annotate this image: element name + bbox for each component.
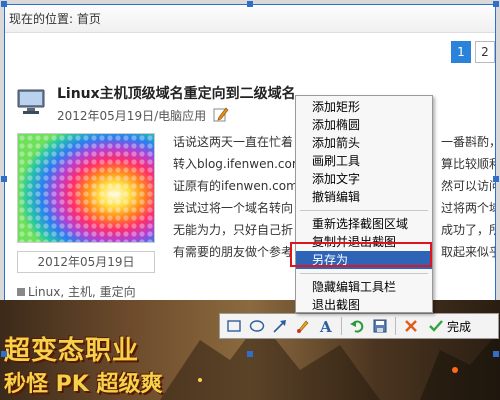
resize-handle[interactable] — [1, 176, 7, 182]
text-icon[interactable]: A — [316, 316, 336, 336]
body-line-right: 成功了，所以 — [441, 223, 495, 237]
article-tags: Linux, 主机, 重定向 — [17, 283, 136, 300]
resize-handle[interactable] — [1, 1, 7, 7]
done-button[interactable]: 完成 — [424, 318, 475, 335]
done-label: 完成 — [447, 319, 472, 334]
menu-add-arrow[interactable]: 添加箭头 — [296, 134, 432, 152]
breadcrumb-label: 现在的位置: 首页 — [9, 12, 101, 26]
undo-icon[interactable] — [347, 316, 367, 336]
menu-add-ellipse[interactable]: 添加椭圆 — [296, 116, 432, 134]
article-body-right: 一番斟酌，准 算比较顺利 然可以访问, 过将两个域名 成功了，所以 取起来似乎不 — [441, 131, 496, 263]
resize-handle[interactable] — [247, 1, 253, 7]
resize-handle[interactable] — [247, 351, 253, 357]
resize-handle[interactable] — [493, 176, 499, 182]
highlight-box — [290, 242, 432, 267]
breadcrumb: 现在的位置: 首页 — [5, 5, 495, 33]
screenshot-edit-toolbar: A 完成 — [219, 313, 499, 339]
tag-icon — [17, 288, 25, 296]
tags-label[interactable]: Linux, 主机, 重定向 — [28, 285, 136, 299]
page-1-button[interactable]: 1 — [451, 41, 471, 63]
body-line-right: 一番斟酌，准 — [441, 135, 495, 149]
body-line-right: 然可以访问, — [441, 179, 495, 193]
body-line-right: 过将两个域名 — [441, 201, 495, 215]
menu-hide-toolbar[interactable]: 隐藏编辑工具栏 — [296, 278, 432, 296]
toolbar-separator — [341, 317, 342, 335]
page-2-button[interactable]: 2 — [475, 41, 495, 63]
menu-add-rectangle[interactable]: 添加矩形 — [296, 98, 432, 116]
monitor-icon — [17, 89, 45, 114]
menu-exit-screenshot[interactable]: 退出截图 — [296, 296, 432, 314]
screenshot-context-menu: 添加矩形 添加椭圆 添加箭头 画刷工具 添加文字 撤销编辑 重新选择截图区域 复… — [295, 95, 433, 313]
article-thumbnail[interactable] — [17, 133, 155, 243]
rectangle-icon[interactable] — [224, 316, 244, 336]
cancel-icon[interactable] — [401, 316, 421, 336]
menu-undo-edit[interactable]: 撤销编辑 — [296, 188, 432, 206]
menu-brush-tool[interactable]: 画刷工具 — [296, 152, 432, 170]
body-line-right: 算比较顺利 — [441, 157, 496, 171]
edit-icon[interactable] — [213, 106, 229, 122]
menu-add-text[interactable]: 添加文字 — [296, 170, 432, 188]
brush-icon[interactable] — [293, 316, 313, 336]
pagination: 1 2 — [451, 41, 495, 63]
done-icon — [429, 320, 443, 332]
article-title[interactable]: Linux主机顶级域名重定向到二级域名 — [57, 83, 296, 103]
save-icon[interactable] — [370, 316, 390, 336]
toolbar-separator — [395, 317, 396, 335]
banner-subline: 秒怪 PK 超级爽 — [4, 372, 163, 397]
resize-handle[interactable] — [493, 1, 499, 7]
resize-handle[interactable] — [1, 351, 7, 357]
banner-headline: 超变态职业 — [4, 336, 140, 366]
thumbnail-date: 2012年05月19日 — [17, 251, 155, 273]
menu-separator — [300, 210, 428, 211]
ellipse-icon[interactable] — [247, 316, 267, 336]
arrow-icon[interactable] — [270, 316, 290, 336]
spiral-art-image — [18, 134, 154, 242]
menu-separator — [300, 273, 428, 274]
svg-text:A: A — [319, 318, 332, 334]
article-date-category: 2012年05月19日/电脑应用 — [57, 109, 207, 123]
resize-handle[interactable] — [493, 351, 499, 357]
body-line-right: 取起来似乎不 — [441, 245, 495, 259]
menu-reselect-area[interactable]: 重新选择截图区域 — [296, 215, 432, 233]
